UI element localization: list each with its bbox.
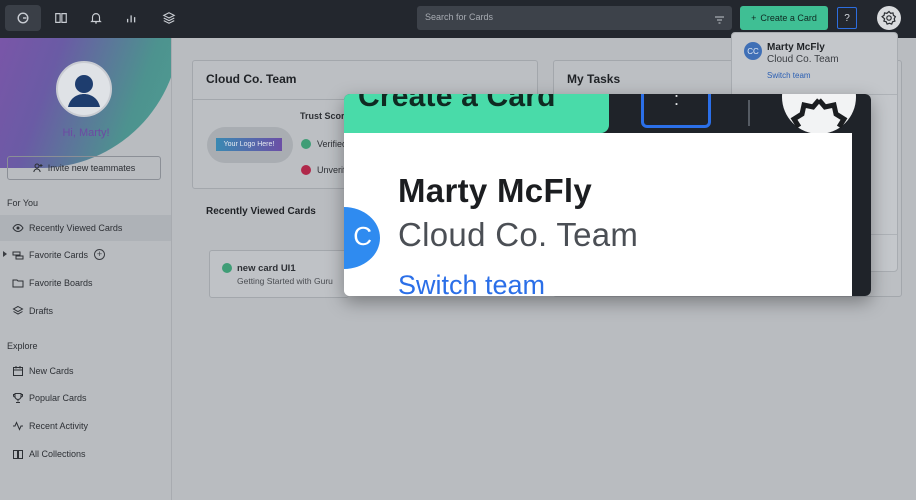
user-silhouette-icon (68, 75, 100, 107)
explore-heading: Explore (7, 341, 38, 351)
zoom-dropdown-body: C Marty McFly Cloud Co. Team Switch team (344, 133, 852, 296)
verified-label[interactable]: Verified (317, 139, 347, 149)
zoom-team-name: Cloud Co. Team (398, 216, 639, 253)
gear-icon (881, 10, 897, 25)
nav-favorite-boards[interactable]: Favorite Boards (0, 270, 171, 296)
nav-drafts-label: Drafts (29, 306, 54, 316)
create-card-button[interactable]: + Create a Card (740, 6, 828, 30)
nav-all-collections-label: All Collections (29, 449, 86, 459)
team-avatar: CC (744, 42, 762, 60)
zoom-gear-icon (782, 94, 856, 134)
user-avatar-button[interactable] (877, 6, 901, 30)
add-favorite-icon[interactable]: + (94, 249, 105, 260)
trust-score-label: Trust Score (300, 111, 350, 121)
zoom-topbar: Create a Card : (344, 94, 871, 134)
zoom-create-card-button: Create a Card (344, 94, 609, 133)
verified-check-icon (301, 139, 311, 149)
unverified-alert-icon (301, 165, 311, 175)
divider (748, 100, 750, 126)
switch-team-link[interactable]: Switch team (767, 71, 811, 80)
nav-drafts[interactable]: Drafts (0, 298, 171, 324)
avatar[interactable] (56, 61, 112, 117)
invite-label: Invite new teammates (47, 163, 136, 173)
zoom-help-glyph: : (674, 94, 680, 109)
nav-popular-cards[interactable]: Popular Cards (0, 385, 171, 411)
zoom-edge (852, 133, 871, 296)
cards-icon (12, 251, 24, 260)
nav-popular-cards-label: Popular Cards (29, 393, 87, 403)
nav-recently-viewed-label: Recently Viewed Cards (29, 223, 123, 233)
zoom-switch-team: Switch team (398, 270, 546, 296)
nav-new-cards-label: New Cards (29, 366, 74, 376)
recent-card-subtitle: Getting Started with Guru (237, 276, 333, 286)
nav-new-cards[interactable]: New Cards (0, 358, 171, 384)
search-placeholder: Search for Cards (425, 12, 494, 22)
expand-caret-icon[interactable] (3, 251, 7, 257)
zoom-user-name: Marty McFly (398, 172, 593, 209)
book-icon (13, 450, 23, 459)
folder-icon (12, 279, 24, 288)
team-card-title: Cloud Co. Team (206, 72, 297, 86)
drafts-icon (12, 305, 24, 315)
recent-card-title: new card UI1 (237, 263, 296, 274)
invite-teammates-button[interactable]: Invite new teammates (7, 156, 161, 180)
create-card-label: Create a Card (760, 13, 817, 23)
calendar-icon (13, 366, 23, 376)
book-icon[interactable] (43, 5, 79, 31)
plus-icon: + (751, 13, 757, 23)
zoom-help-button: : (641, 94, 711, 128)
zoom-avatar-initial: C (353, 221, 372, 251)
eye-icon (12, 223, 24, 233)
analytics-icon[interactable] (114, 5, 150, 31)
layers-icon[interactable] (151, 5, 187, 31)
guru-home-icon[interactable] (5, 5, 41, 31)
logo-placeholder[interactable]: Your Logo Here! (216, 138, 282, 151)
zoom-callout: Create a Card : C Marty McFly Cloud Co. … (344, 94, 871, 296)
help-label: ? (844, 12, 850, 24)
nav-recent-activity-label: Recent Activity (29, 421, 89, 431)
nav-favorite-boards-label: Favorite Boards (29, 278, 93, 288)
recent-card[interactable]: new card UI1 Getting Started with Guru (209, 250, 349, 298)
zoom-team-avatar: C (344, 207, 380, 269)
zoom-create-card-label: Create a Card (358, 94, 556, 113)
my-tasks-title: My Tasks (567, 72, 621, 86)
verified-check-icon (222, 263, 232, 273)
nav-favorite-cards-label: Favorite Cards (29, 250, 89, 260)
activity-icon (13, 421, 23, 431)
filter-icon[interactable] (714, 12, 725, 30)
nav-recent-activity[interactable]: Recent Activity (0, 413, 171, 439)
dropdown-user-name: Marty McFly (767, 42, 825, 53)
nav-favorite-cards[interactable]: Favorite Cards + (0, 242, 171, 268)
sidebar: Hi, Marty! Invite new teammates For You … (0, 38, 172, 500)
add-user-icon (33, 163, 43, 173)
for-you-heading: For You (7, 198, 39, 208)
nav-recently-viewed[interactable]: Recently Viewed Cards (0, 215, 171, 241)
bell-icon[interactable] (78, 5, 114, 31)
search-input[interactable]: Search for Cards (417, 6, 732, 30)
help-button[interactable]: ? (837, 7, 857, 29)
trophy-icon (13, 393, 23, 403)
recently-viewed-heading: Recently Viewed Cards (206, 206, 316, 217)
greeting: Hi, Marty! (62, 127, 110, 139)
nav-all-collections[interactable]: All Collections (0, 441, 171, 467)
dropdown-team-name: Cloud Co. Team (767, 54, 839, 65)
